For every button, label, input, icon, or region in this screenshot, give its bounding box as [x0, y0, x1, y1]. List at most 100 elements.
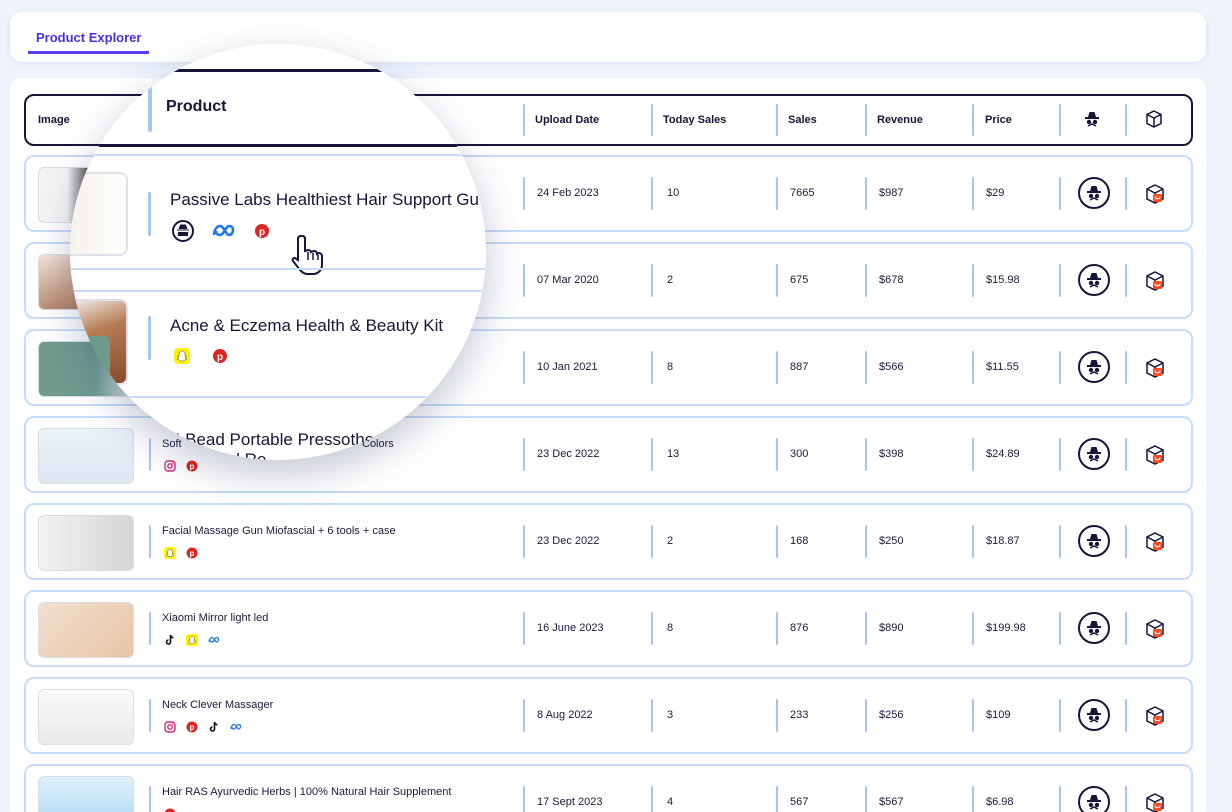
- col-upload-date[interactable]: Upload Date: [523, 96, 649, 144]
- row-divider: [651, 264, 653, 297]
- aliexpress-box-button[interactable]: [1144, 183, 1166, 205]
- today-sales: 8: [667, 361, 674, 373]
- upload-date: 10 Jan 2021: [537, 361, 598, 373]
- today-sales: 3: [667, 709, 674, 721]
- aliexpress-box-button[interactable]: [1144, 531, 1166, 553]
- today-sales: 10: [667, 187, 680, 199]
- magnified-product-header: Product: [166, 98, 227, 115]
- table-row[interactable]: Neck Clever Massager p 8 Aug 2022 3 233 $256 $…: [24, 677, 1193, 754]
- magnified-item-title[interactable]: 7-Bead Portable Pressothe: [170, 430, 374, 450]
- tiktok-shop-icon: [172, 220, 194, 247]
- price: $199.98: [986, 622, 1026, 634]
- social-icons: p: [164, 460, 198, 472]
- row-divider: [651, 699, 653, 732]
- social-icons: p: [164, 547, 198, 559]
- pinterest-icon: p: [254, 223, 270, 244]
- row-divider: [1059, 177, 1061, 210]
- table-row[interactable]: Facial Massage Gun Miofascial + 6 tools …: [24, 503, 1193, 580]
- aliexpress-box-button[interactable]: [1144, 792, 1166, 812]
- col-revenue[interactable]: Revenue: [865, 96, 969, 144]
- row-divider: [149, 699, 151, 732]
- revenue: $890: [879, 622, 904, 634]
- aliexpress-box-button[interactable]: [1144, 705, 1166, 727]
- pinterest-icon: p: [164, 808, 176, 812]
- price: $109: [986, 709, 1011, 721]
- magnified-socials: p: [174, 348, 228, 369]
- product-title[interactable]: Neck Clever Massager: [162, 699, 273, 711]
- upload-date: 24 Feb 2023: [537, 187, 599, 199]
- product-thumbnail: [38, 776, 134, 812]
- svg-text:p: p: [190, 462, 195, 471]
- row-divider: [651, 438, 653, 471]
- spy-icon: [1087, 447, 1101, 462]
- upload-date: 8 Aug 2022: [537, 709, 593, 721]
- spy-icon: [1087, 621, 1101, 636]
- spy-button[interactable]: [1078, 699, 1110, 731]
- row-divider: [1125, 438, 1127, 471]
- spy-button[interactable]: [1078, 351, 1110, 383]
- spy-icon: [1087, 708, 1101, 723]
- row-divider: [149, 786, 151, 812]
- product-thumbnail: [38, 602, 134, 658]
- magnified-item-title[interactable]: Passive Labs Healthiest Hair Support Gu: [170, 190, 479, 210]
- upload-date: 16 June 2023: [537, 622, 604, 634]
- today-sales: 8: [667, 622, 674, 634]
- row-divider: [1059, 264, 1061, 297]
- spy-button[interactable]: [1078, 525, 1110, 557]
- aliexpress-box-button[interactable]: [1144, 357, 1166, 379]
- sales: 7665: [790, 187, 815, 199]
- col-sales[interactable]: Sales: [776, 96, 864, 144]
- row-divider: [1125, 525, 1127, 558]
- header-divider: [865, 104, 867, 136]
- price: $18.87: [986, 535, 1020, 547]
- spy-icon: [1087, 273, 1101, 288]
- spy-button[interactable]: [1078, 264, 1110, 296]
- aliexpress-box-button[interactable]: [1144, 270, 1166, 292]
- aliexpress-box-icon: [1146, 271, 1164, 291]
- product-title[interactable]: Xiaomi Mirror light led: [162, 612, 268, 624]
- magnified-item-title[interactable]: Acne & Eczema Health & Beauty Kit: [170, 316, 443, 336]
- pinterest-icon: p: [186, 721, 198, 733]
- sales: 675: [790, 274, 809, 286]
- revenue: $567: [879, 796, 904, 808]
- price: $15.98: [986, 274, 1020, 286]
- row-divider: [1125, 699, 1127, 732]
- product-title[interactable]: Facial Massage Gun Miofascial + 6 tools …: [162, 525, 396, 537]
- spy-icon: [1082, 109, 1102, 134]
- row-divider: [1059, 699, 1061, 732]
- magnified-divider: [148, 192, 151, 236]
- header-divider: [523, 104, 525, 136]
- magnified-item-subtitle: Care and Re: [170, 450, 267, 460]
- col-today-sales[interactable]: Today Sales: [651, 96, 771, 144]
- table-row[interactable]: Hair RAS Ayurvedic Herbs | 100% Natural …: [24, 764, 1193, 812]
- sales: 300: [790, 448, 809, 460]
- table-row[interactable]: Xiaomi Mirror light led 16 June 2023 8 876 $…: [24, 590, 1193, 667]
- today-sales: 2: [667, 274, 674, 286]
- aliexpress-box-button[interactable]: [1144, 444, 1166, 466]
- aliexpress-box-icon: [1146, 358, 1164, 378]
- row-divider: [1125, 264, 1127, 297]
- product-title[interactable]: Hair RAS Ayurvedic Herbs | 100% Natural …: [162, 786, 451, 798]
- magnified-row-line: [70, 268, 486, 272]
- snapchat-icon: [164, 547, 176, 559]
- spy-button[interactable]: [1078, 177, 1110, 209]
- col-price[interactable]: Price: [973, 96, 1059, 144]
- row-divider: [1125, 177, 1127, 210]
- row-divider: [149, 438, 151, 471]
- revenue: $566: [879, 361, 904, 373]
- aliexpress-box-button[interactable]: [1144, 618, 1166, 640]
- tiktok-icon: [208, 721, 220, 733]
- spy-button[interactable]: [1078, 438, 1110, 470]
- header-divider: [776, 104, 778, 136]
- spy-button[interactable]: [1078, 612, 1110, 644]
- meta-icon: [208, 634, 220, 646]
- aliexpress-box-icon: [1146, 793, 1164, 812]
- social-icons: p: [164, 808, 176, 812]
- sales: 567: [790, 796, 809, 808]
- instagram-icon: [164, 721, 176, 733]
- header-divider: [1059, 104, 1061, 136]
- spy-button[interactable]: [1078, 786, 1110, 812]
- svg-text:p: p: [190, 723, 195, 732]
- pinterest-icon: p: [212, 348, 228, 369]
- row-divider: [1125, 351, 1127, 384]
